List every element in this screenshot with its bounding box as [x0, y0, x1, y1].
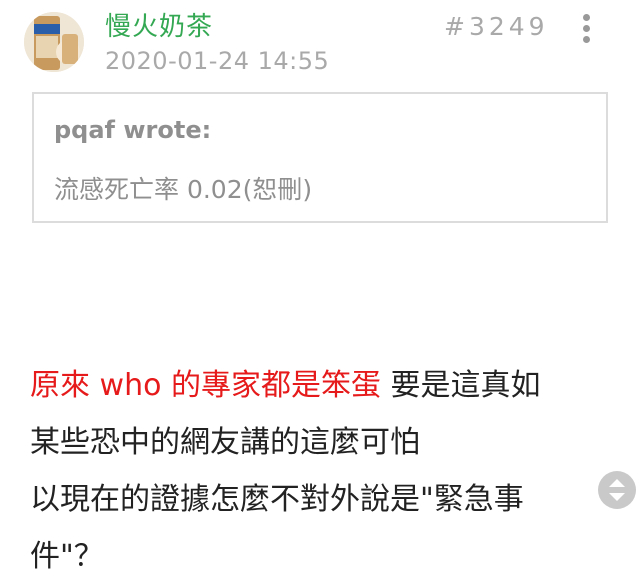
quote-block: pqaf wrote: 流感死亡率 0.02(恕刪): [32, 92, 608, 223]
post-body-line-4: 件"？: [30, 539, 104, 574]
post-body-line-1-rest: 要是這真如: [380, 368, 541, 403]
nestle-can-icon: [24, 12, 84, 72]
scroll-up-down-button[interactable]: [598, 471, 636, 509]
up-down-arrow-icon: [609, 479, 625, 501]
quote-author: pqaf wrote:: [54, 116, 212, 144]
post-body-line-3: 以現在的證據怎麼不對外說是"緊急事: [30, 482, 524, 517]
username[interactable]: 慢火奶茶: [105, 6, 213, 43]
post-timestamp: 2020-01-24 14:55: [105, 47, 330, 75]
highlighted-text: 原來 who 的專家都是笨蛋: [30, 368, 381, 403]
quote-text: 流感死亡率 0.02(恕刪): [54, 175, 313, 204]
post-body: 原來 who 的專家都是笨蛋 要是這真如 某些恐中的網友講的這麼可怕 以現在的證…: [30, 357, 610, 585]
more-options-icon[interactable]: [576, 14, 596, 44]
post-number: #3249: [444, 12, 549, 41]
post-body-line-1: 原來 who 的專家都是笨蛋 要是這真如: [30, 357, 610, 414]
avatar[interactable]: [24, 12, 84, 72]
post-body-line-2: 某些恐中的網友講的這麼可怕: [30, 425, 420, 460]
